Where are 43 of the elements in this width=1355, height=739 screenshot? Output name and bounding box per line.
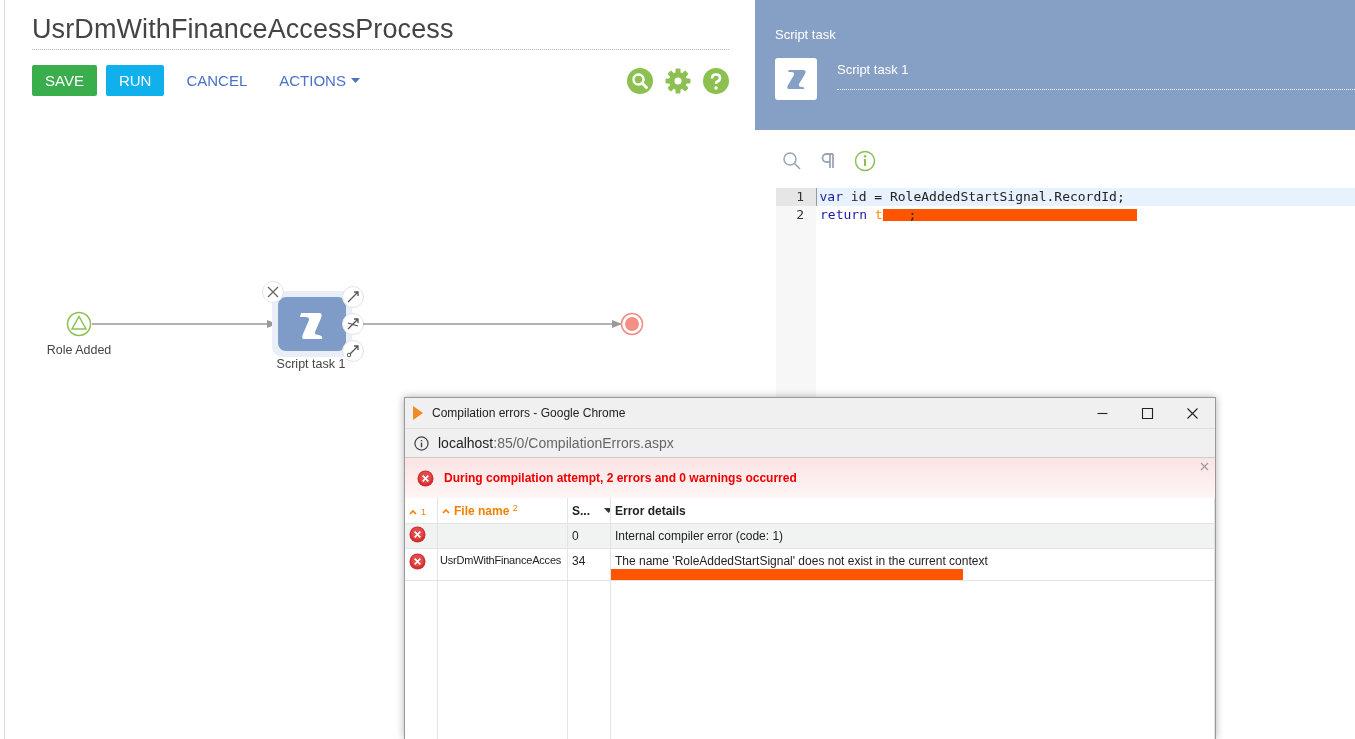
table-cell: Internal compiler error (code: 1) — [615, 529, 784, 543]
cancel-button[interactable]: CANCEL — [173, 65, 261, 96]
window-title: Compilation errors - Google Chrome — [432, 406, 626, 420]
error-icon — [409, 526, 426, 543]
code-line[interactable]: return t — [820, 207, 883, 222]
sort-icon[interactable] — [409, 508, 417, 515]
save-button[interactable]: SAVE — [32, 65, 97, 96]
code-text: ; — [908, 207, 917, 222]
sort-icon[interactable] — [442, 507, 450, 514]
table-cell: The name 'RoleAddedStartSignal' does not exist in the current context — [615, 554, 988, 568]
sort-index: 1 — [421, 506, 426, 517]
table-cell: UsrDmWithFinanceAcces — [440, 554, 562, 566]
process-title: UsrDmWithFinanceAccessProcess — [32, 14, 729, 50]
section-title: Script task — [775, 27, 837, 42]
address-url[interactable]: localhost:85/0/CompilationErrors.aspx — [438, 435, 674, 451]
info-icon[interactable] — [414, 435, 429, 451]
node-label: Script task 1 — [276, 357, 346, 371]
caret-icon — [350, 78, 360, 83]
end-event-icon[interactable] — [620, 312, 644, 336]
column-header[interactable]: Error details — [615, 503, 686, 518]
column-header[interactable]: S... — [572, 503, 590, 518]
element-name-field[interactable]: Script task 1 — [837, 62, 1355, 90]
play-icon — [412, 406, 424, 420]
node-label: Role Added — [46, 343, 112, 357]
error-message: During compilation attempt, 2 errors and 0 warnings occurred — [444, 471, 797, 485]
line-number: 2 — [795, 206, 805, 224]
settings-icon[interactable] — [665, 67, 691, 94]
close-icon[interactable] — [1200, 462, 1209, 471]
table-cell: 0 — [572, 529, 579, 543]
search-icon[interactable] — [627, 67, 653, 94]
run-button[interactable]: RUN — [105, 65, 165, 96]
dropdown-icon[interactable] — [604, 508, 611, 513]
column-header[interactable]: File name $^{2}$ — [454, 503, 518, 519]
actions-button[interactable]: ACTIONS — [266, 65, 373, 96]
search-icon[interactable] — [782, 151, 802, 171]
table-cell: 34 — [572, 554, 586, 568]
line-number: 1 — [776, 188, 816, 206]
start-event-icon[interactable] — [66, 311, 92, 337]
help-icon[interactable] — [703, 67, 729, 94]
code-line[interactable]: var id = RoleAddedStartSignal.RecordId; — [819, 189, 1125, 204]
error-icon — [409, 553, 426, 570]
error-icon — [417, 469, 434, 487]
script-icon — [785, 68, 807, 90]
